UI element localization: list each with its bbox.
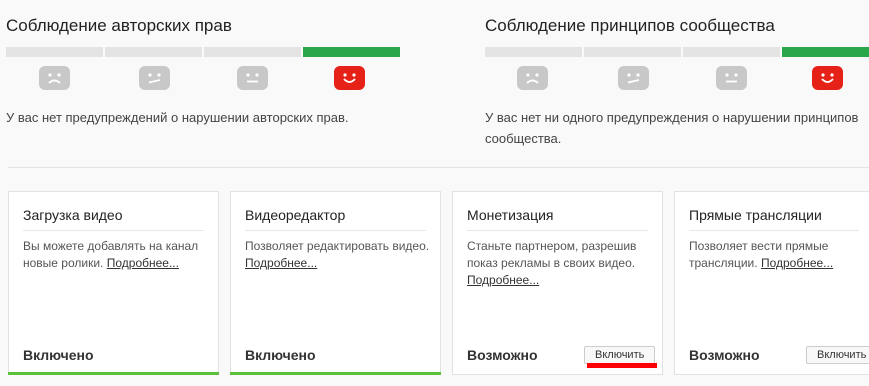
happy-face-icon [334,66,365,90]
card-divider [467,230,648,231]
community-title: Соблюдение принципов сообщества [485,16,775,35]
more-link[interactable]: Подробнее... [245,256,317,270]
card-status: Возможно [689,347,760,363]
confused-face-icon [139,66,170,90]
meter-segment [683,47,780,57]
card-divider [689,230,859,231]
enabled-bar [8,372,219,375]
community-description-line: У вас нет ни одного предупреждения о нар… [485,110,859,125]
more-link[interactable]: Подробнее... [761,256,833,270]
card-status: Включено [245,347,316,363]
highlight-underline [587,363,657,368]
community-description: У вас нет ни одного предупреждения о нар… [485,107,858,149]
happy-face-icon [812,66,843,90]
card-divider [245,230,426,231]
meter-segment [6,47,103,57]
confused-face-icon [618,66,649,90]
card-status: Включено [23,347,94,363]
sad-face-icon [39,66,70,90]
meter-segment-active [782,47,869,57]
card-divider [23,230,204,231]
card-description: Позволяет редактировать видео. Подробнее… [245,238,430,272]
card-title: Загрузка видео [23,207,123,223]
enable-button[interactable]: Включить [584,346,656,364]
meter-segment [584,47,681,57]
copyright-title: Соблюдение авторских прав [6,16,232,35]
feature-card-monetization: Монетизация Станьте партнером, разрешив … [452,191,663,375]
community-description-line: сообщества. [485,131,562,146]
enabled-bar [230,372,441,375]
feature-card-live-streaming: Прямые трансляции Позволяет вести прямые… [674,191,869,375]
neutral-face-icon [237,66,268,90]
card-title: Прямые трансляции [689,207,822,223]
card-description: Позволяет вести прямые трансляции. Подро… [689,238,863,272]
meter-segment-active [303,47,400,57]
more-link[interactable]: Подробнее... [107,256,179,270]
section-divider [8,167,869,168]
meter-segment [485,47,582,57]
feature-card-upload: Загрузка видео Вы можете добавлять на ка… [8,191,219,375]
more-link[interactable]: Подробнее... [467,273,539,287]
card-title: Видеоредактор [245,207,346,223]
meter-segment [105,47,202,57]
community-meter [485,47,869,57]
card-description: Станьте партнером, разрешив показ реклам… [467,238,652,289]
card-title: Монетизация [467,207,554,223]
copyright-meter [6,47,400,57]
copyright-description: У вас нет предупреждений о нарушении авт… [6,110,349,125]
card-status: Возможно [467,347,538,363]
feature-card-video-editor: Видеоредактор Позволяет редактировать ви… [230,191,441,375]
neutral-face-icon [716,66,747,90]
card-description-text: Станьте партнером, разрешив показ реклам… [467,239,637,270]
sad-face-icon [517,66,548,90]
card-description: Вы можете добавлять на канал новые ролик… [23,238,208,272]
card-description-text: Позволяет редактировать видео. [245,239,430,253]
meter-segment [204,47,301,57]
enable-button[interactable]: Включить [806,346,869,364]
